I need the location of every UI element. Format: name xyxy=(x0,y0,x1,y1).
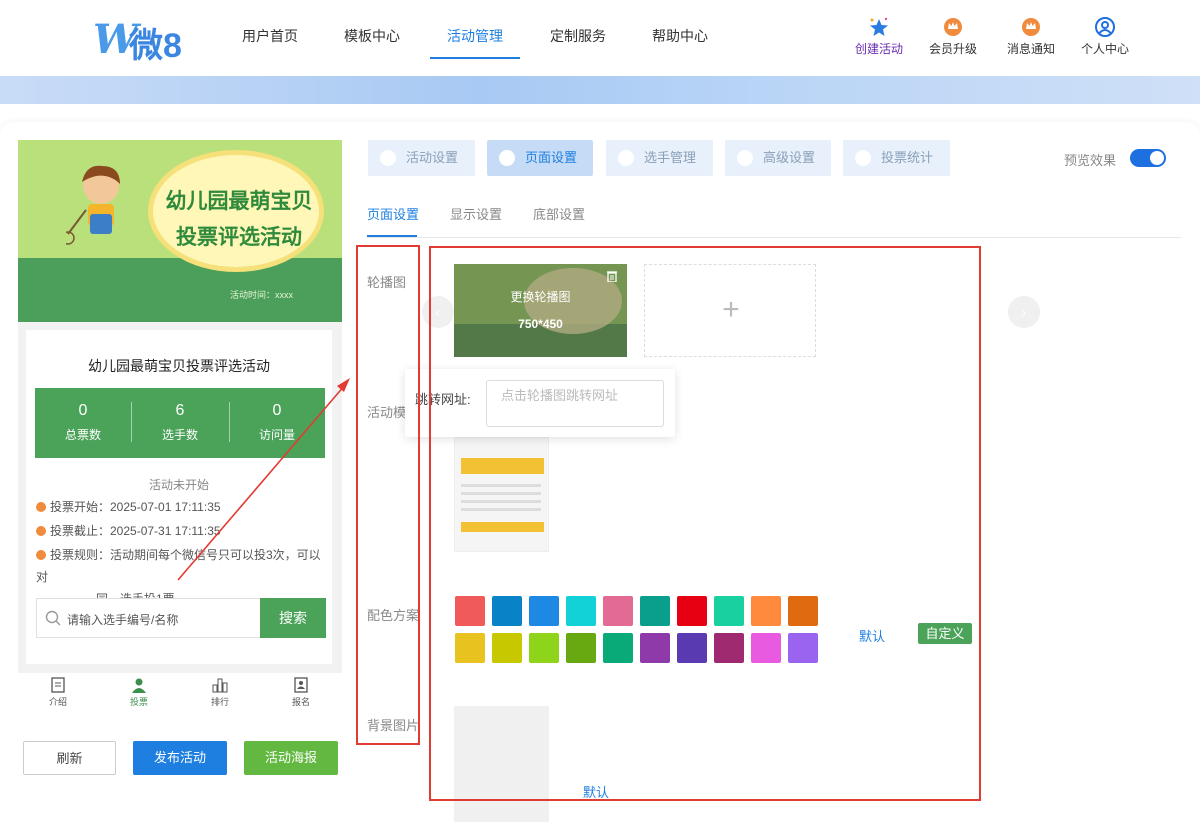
search-input[interactable]: 请输入选手编号/名称 xyxy=(67,611,178,628)
bar-chart-icon xyxy=(212,678,228,693)
stat-value: 0 xyxy=(78,402,88,419)
list-icon xyxy=(855,150,871,166)
layout-icon xyxy=(499,150,515,166)
nav-templates[interactable]: 模板中心 xyxy=(344,26,400,46)
personal-center-label: 个人中心 xyxy=(1080,42,1129,56)
tab-vote[interactable]: 投票 xyxy=(109,677,169,708)
nav-custom-service[interactable]: 定制服务 xyxy=(550,26,606,46)
vote-start-info: 投票开始：2025-07-01 17:11:35 xyxy=(36,496,221,518)
poster-title-line1: 幼儿园最萌宝贝 xyxy=(165,190,313,213)
subtab-footer-settings[interactable]: 底部设置 xyxy=(533,204,585,223)
phone-tab-bar: 介绍 投票 排行 报名 xyxy=(18,673,342,715)
header-banner xyxy=(0,76,1200,104)
personal-center-button[interactable]: 个人中心 xyxy=(1070,16,1140,57)
info-dot-icon xyxy=(36,550,46,560)
notifications-button[interactable]: 消息通知 xyxy=(996,16,1066,57)
tab-ranking[interactable]: 排行 xyxy=(190,677,250,708)
phone-preview: 幼儿园最萌宝贝 投票评选活动 活动时间：xxxx 幼儿园最萌宝贝投票评选活动 0… xyxy=(18,140,342,673)
vote-start-text: 投票开始：2025-07-01 17:11:35 xyxy=(50,500,221,514)
activity-poster: 幼儿园最萌宝贝 投票评选活动 活动时间：xxxx xyxy=(18,140,342,322)
user-circle-icon xyxy=(1095,17,1115,37)
tab-label: 活动设置 xyxy=(406,150,459,165)
carousel-next-button[interactable]: › xyxy=(1008,296,1040,328)
stat-contestants: 6 选手数 xyxy=(132,402,228,443)
tab-label: 投票统计 xyxy=(881,150,934,165)
search-button[interactable]: 搜索 xyxy=(260,598,326,638)
document-icon xyxy=(51,677,65,693)
member-upgrade-label: 会员升级 xyxy=(928,42,977,56)
tab-intro[interactable]: 介绍 xyxy=(28,677,88,708)
logo[interactable]: W 微8 xyxy=(93,14,189,65)
highlight-content-box xyxy=(429,246,981,801)
poster-ground xyxy=(18,258,342,322)
search-icon xyxy=(45,610,61,626)
tab-signup-label: 报名 xyxy=(291,697,310,707)
tab-vote-statistics[interactable]: 投票统计 xyxy=(843,140,950,176)
subtab-display-settings[interactable]: 显示设置 xyxy=(450,204,502,223)
tab-activity-settings[interactable]: 活动设置 xyxy=(368,140,475,176)
stat-label: 选手数 xyxy=(161,428,198,442)
tab-contestant-management[interactable]: 选手管理 xyxy=(606,140,713,176)
crown-badge-icon xyxy=(944,18,962,36)
tab-vote-label: 投票 xyxy=(129,697,148,707)
poster-time: 活动时间：xxxx xyxy=(230,290,294,300)
stat-label: 总票数 xyxy=(64,428,101,442)
subtab-page-settings[interactable]: 页面设置 xyxy=(367,204,419,223)
stat-label: 访问量 xyxy=(258,428,295,442)
stat-total-votes: 0 总票数 xyxy=(35,402,131,443)
percent-icon xyxy=(737,150,753,166)
preview-effect-label: 预览效果 xyxy=(1064,153,1117,168)
tab-intro-label: 介绍 xyxy=(48,697,67,707)
stat-value: 0 xyxy=(272,402,282,419)
tab-label: 选手管理 xyxy=(644,150,697,165)
refresh-button[interactable]: 刷新 xyxy=(23,741,116,775)
tab-signup[interactable]: 报名 xyxy=(271,677,331,708)
notifications-label: 消息通知 xyxy=(1006,42,1055,56)
info-dot-icon xyxy=(36,502,46,512)
stat-value: 6 xyxy=(175,402,185,419)
activity-title: 幼儿园最萌宝贝投票评选活动 xyxy=(88,358,270,374)
nav-help-center[interactable]: 帮助中心 xyxy=(652,26,708,46)
cartoon-boy-illustration xyxy=(66,165,120,245)
activity-status: 活动未开始 xyxy=(148,478,209,492)
tab-label: 页面设置 xyxy=(525,150,578,165)
vote-end-text: 投票截止：2025-07-31 17:11:35 xyxy=(50,524,221,538)
tab-page-settings[interactable]: 页面设置 xyxy=(487,140,593,176)
vote-rule-text: 投票规则：活动期间每个微信号只可以投3次，可以对 xyxy=(36,548,321,584)
create-activity-button[interactable]: 创建活动 xyxy=(844,16,914,57)
publish-activity-button[interactable]: 发布活动 xyxy=(133,741,227,775)
id-card-icon xyxy=(294,677,308,693)
subtab-active-indicator xyxy=(367,235,417,237)
create-activity-label: 创建活动 xyxy=(854,42,903,56)
tab-label: 高级设置 xyxy=(763,150,816,165)
stat-visits: 0 访问量 xyxy=(229,402,325,443)
tab-advanced-settings[interactable]: 高级设置 xyxy=(725,140,831,176)
logo-text: 微8 xyxy=(129,27,182,65)
person-icon xyxy=(132,678,146,693)
toggle-knob xyxy=(1150,151,1164,165)
info-dot-icon xyxy=(36,526,46,536)
nav-active-indicator xyxy=(430,57,520,59)
poster-title-line2: 投票评选活动 xyxy=(176,226,302,249)
star-sparkle-icon xyxy=(870,17,888,36)
poster-title: 幼儿园最萌宝贝 投票评选活动 xyxy=(164,184,314,256)
crown-bell-icon xyxy=(1022,18,1040,36)
subtab-divider xyxy=(367,237,1181,238)
nav-activity-management[interactable]: 活动管理 xyxy=(447,26,503,46)
stats-bar: 0 总票数 6 选手数 0 访问量 xyxy=(35,388,325,458)
vote-end-info: 投票截止：2025-07-31 17:11:35 xyxy=(36,520,221,542)
contestant-search: 请输入选手编号/名称 搜索 xyxy=(36,598,326,638)
member-upgrade-button[interactable]: 会员升级 xyxy=(918,16,988,57)
tab-ranking-label: 排行 xyxy=(210,697,229,707)
user-icon xyxy=(618,150,634,166)
activity-info-card: 幼儿园最萌宝贝投票评选活动 0 总票数 6 选手数 0 访问量 活动未开始 投票… xyxy=(26,330,332,664)
activity-poster-button[interactable]: 活动海报 xyxy=(244,741,338,775)
preview-toggle[interactable] xyxy=(1130,149,1166,167)
nav-home[interactable]: 用户首页 xyxy=(242,26,298,46)
top-navbar: W 微8 用户首页 模板中心 活动管理 定制服务 帮助中心 创建活动 会员升级 … xyxy=(0,0,1200,76)
highlight-labels-box xyxy=(356,245,420,745)
heart-icon xyxy=(380,150,396,166)
